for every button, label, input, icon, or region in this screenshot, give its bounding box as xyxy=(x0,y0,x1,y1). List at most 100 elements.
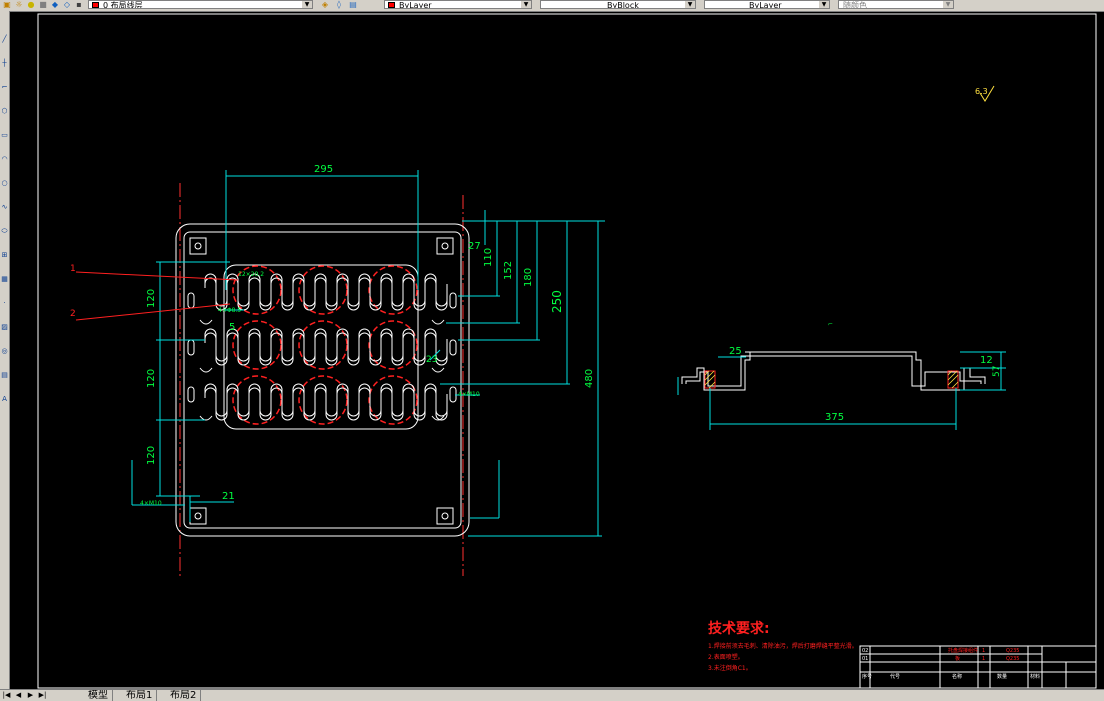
lock-icon[interactable]: ■ xyxy=(38,0,48,9)
prev-tab-icon[interactable]: ◀ xyxy=(14,691,23,700)
lineweight-dropdown[interactable]: ByLayer ▼ xyxy=(704,0,830,9)
layer-match-icon[interactable]: ▤ xyxy=(348,0,358,9)
svg-text:⌐: ⌐ xyxy=(828,321,833,328)
chevron-down-icon[interactable]: ▼ xyxy=(819,1,829,8)
last-tab-icon[interactable]: ▶| xyxy=(38,691,47,700)
red-circles xyxy=(232,265,418,425)
red-circle xyxy=(298,265,348,315)
dim-180: 180 xyxy=(523,268,534,287)
label-4xphi: 4×Φ8.5 xyxy=(218,307,241,314)
red-circle xyxy=(232,375,282,425)
mtext-tool-icon[interactable]: A xyxy=(0,395,9,404)
plan-view: 295 27 110 152 180 250 480 120 120 120 2… xyxy=(70,164,605,578)
insert-block-icon[interactable]: ⊞ xyxy=(0,251,9,260)
dim-120-a: 120 xyxy=(146,289,157,308)
dim-5: 5 xyxy=(229,322,235,333)
label-4xm10-right: 4×M10 xyxy=(458,391,480,398)
linetype-dropdown-value: ByBlock xyxy=(607,1,639,9)
serpentine-tubes xyxy=(204,273,448,421)
make-block-icon[interactable]: ▦ xyxy=(0,275,9,284)
properties-toolbar: ▣ ☼ ● ■ ◆ ◇ ▪ 0 布局线层 ▼ ◈ ◊ ▤ ByLayer ▼ B… xyxy=(0,0,1104,12)
plot-icon[interactable]: ▪ xyxy=(74,0,84,9)
layer-color-swatch xyxy=(92,2,99,8)
dim-375: 375 xyxy=(825,412,844,423)
tech-req-item-2: 2.表面喷塑。 xyxy=(708,654,744,661)
leader-lines xyxy=(75,271,239,321)
dim-23: 23 xyxy=(426,355,437,365)
leader-label-1: 1 xyxy=(70,264,76,274)
row-02: 02 xyxy=(862,648,868,654)
plotstyle-dropdown-value: 随颜色 xyxy=(843,1,867,9)
layer-previous-icon[interactable]: ◊ xyxy=(334,0,344,9)
dim-27: 27 xyxy=(468,241,481,252)
leader-label-2: 2 xyxy=(70,309,76,319)
tech-req-title: 技术要求: xyxy=(708,621,770,637)
region-tool-icon[interactable]: ◎ xyxy=(0,347,9,356)
svg-text:6.3: 6.3 xyxy=(975,87,988,96)
drawing-canvas[interactable]: 295 27 110 152 180 250 480 120 120 120 2… xyxy=(10,12,1104,689)
chevron-down-icon[interactable]: ▼ xyxy=(521,1,531,8)
spline-tool-icon[interactable]: ∿ xyxy=(0,203,9,212)
chevron-down-icon[interactable]: ▼ xyxy=(302,1,312,8)
hatch-tool-icon[interactable]: ▨ xyxy=(0,323,9,332)
label-4xm10-left: 4×M10 xyxy=(140,500,162,507)
red-circle xyxy=(298,320,348,370)
tab-layout1[interactable]: 布局1 xyxy=(122,690,158,701)
circle-tool-icon[interactable]: ○ xyxy=(0,179,9,188)
qty-a: 1 xyxy=(982,648,985,654)
next-tab-icon[interactable]: ▶ xyxy=(26,691,35,700)
dim-120-b: 120 xyxy=(146,369,157,388)
line-tool-icon[interactable]: ╱ xyxy=(0,35,9,44)
layer-icon[interactable]: ▣ xyxy=(2,0,12,9)
table-tool-icon[interactable]: ▤ xyxy=(0,371,9,380)
outer-plate-outline xyxy=(175,223,470,537)
layer-dropdown[interactable]: 0 布局线层 ▼ xyxy=(88,0,313,9)
hatch-pattern xyxy=(704,370,959,389)
plotstyle-dropdown[interactable]: 随颜色 ▼ xyxy=(838,0,954,9)
vp-freeze-icon[interactable]: ◇ xyxy=(62,0,72,9)
layout-tab-bar: |◀ ◀ ▶ ▶| 模型 布局1 布局2 xyxy=(0,689,1104,701)
dim-110: 110 xyxy=(483,248,494,267)
dim-250: 250 xyxy=(550,290,564,313)
lineweight-dropdown-value: ByLayer xyxy=(749,1,782,9)
construction-line-icon[interactable]: ┼ xyxy=(0,59,9,68)
hdr-3: 数量 xyxy=(997,673,1007,680)
point-tool-icon[interactable]: · xyxy=(0,299,9,308)
color-swatch xyxy=(388,2,395,8)
layer-state-icon[interactable]: ☼ xyxy=(14,0,24,9)
part-b: 板 xyxy=(955,655,960,662)
chevron-down-icon[interactable]: ▼ xyxy=(943,1,953,8)
hdr-1: 代号 xyxy=(890,673,900,680)
layer-dropdown-value: 0 布局线层 xyxy=(103,1,143,9)
modify-toolbar: ╱ ┼ ⌐ ⬡ ▭ ◠ ○ ∿ ⬭ ⊞ ▦ · ▨ ◎ ▤ A xyxy=(0,11,10,689)
red-circle xyxy=(298,375,348,425)
polygon-tool-icon[interactable]: ⬡ xyxy=(0,107,9,116)
polyline-tool-icon[interactable]: ⌐ xyxy=(0,83,9,92)
dim-25: 25 xyxy=(729,346,742,357)
first-tab-icon[interactable]: |◀ xyxy=(2,691,11,700)
hdr-0: 序号 xyxy=(862,673,872,680)
arc-tool-icon[interactable]: ◠ xyxy=(0,155,9,164)
tech-req-item-3: 3.未注倒角C1。 xyxy=(708,665,752,672)
dim-295: 295 xyxy=(314,164,333,175)
qty-b: 1 xyxy=(982,656,985,662)
make-current-layer-icon[interactable]: ◈ xyxy=(320,0,330,9)
tab-layout2[interactable]: 布局2 xyxy=(166,690,202,701)
tab-model[interactable]: 模型 xyxy=(84,690,113,701)
hdr-2: 名称 xyxy=(952,673,962,680)
lightbulb-icon[interactable]: ● xyxy=(26,0,36,9)
rectangle-tool-icon[interactable]: ▭ xyxy=(0,131,9,140)
dim-120-c: 120 xyxy=(146,446,157,465)
center-window xyxy=(223,264,419,430)
ellipse-tool-icon[interactable]: ⬭ xyxy=(0,227,9,236)
red-circle xyxy=(232,320,282,370)
freeze-icon[interactable]: ◆ xyxy=(50,0,60,9)
dim-152: 152 xyxy=(503,261,514,280)
roughness-symbol: 6.3 xyxy=(975,85,995,102)
chevron-down-icon[interactable]: ▼ xyxy=(685,1,695,8)
dimension-lines xyxy=(131,170,605,537)
color-dropdown[interactable]: ByLayer ▼ xyxy=(384,0,532,9)
dim-21: 21 xyxy=(222,491,235,502)
linetype-dropdown[interactable]: ByBlock ▼ xyxy=(540,0,696,9)
label-12x20: 12×20.2 xyxy=(238,271,264,278)
